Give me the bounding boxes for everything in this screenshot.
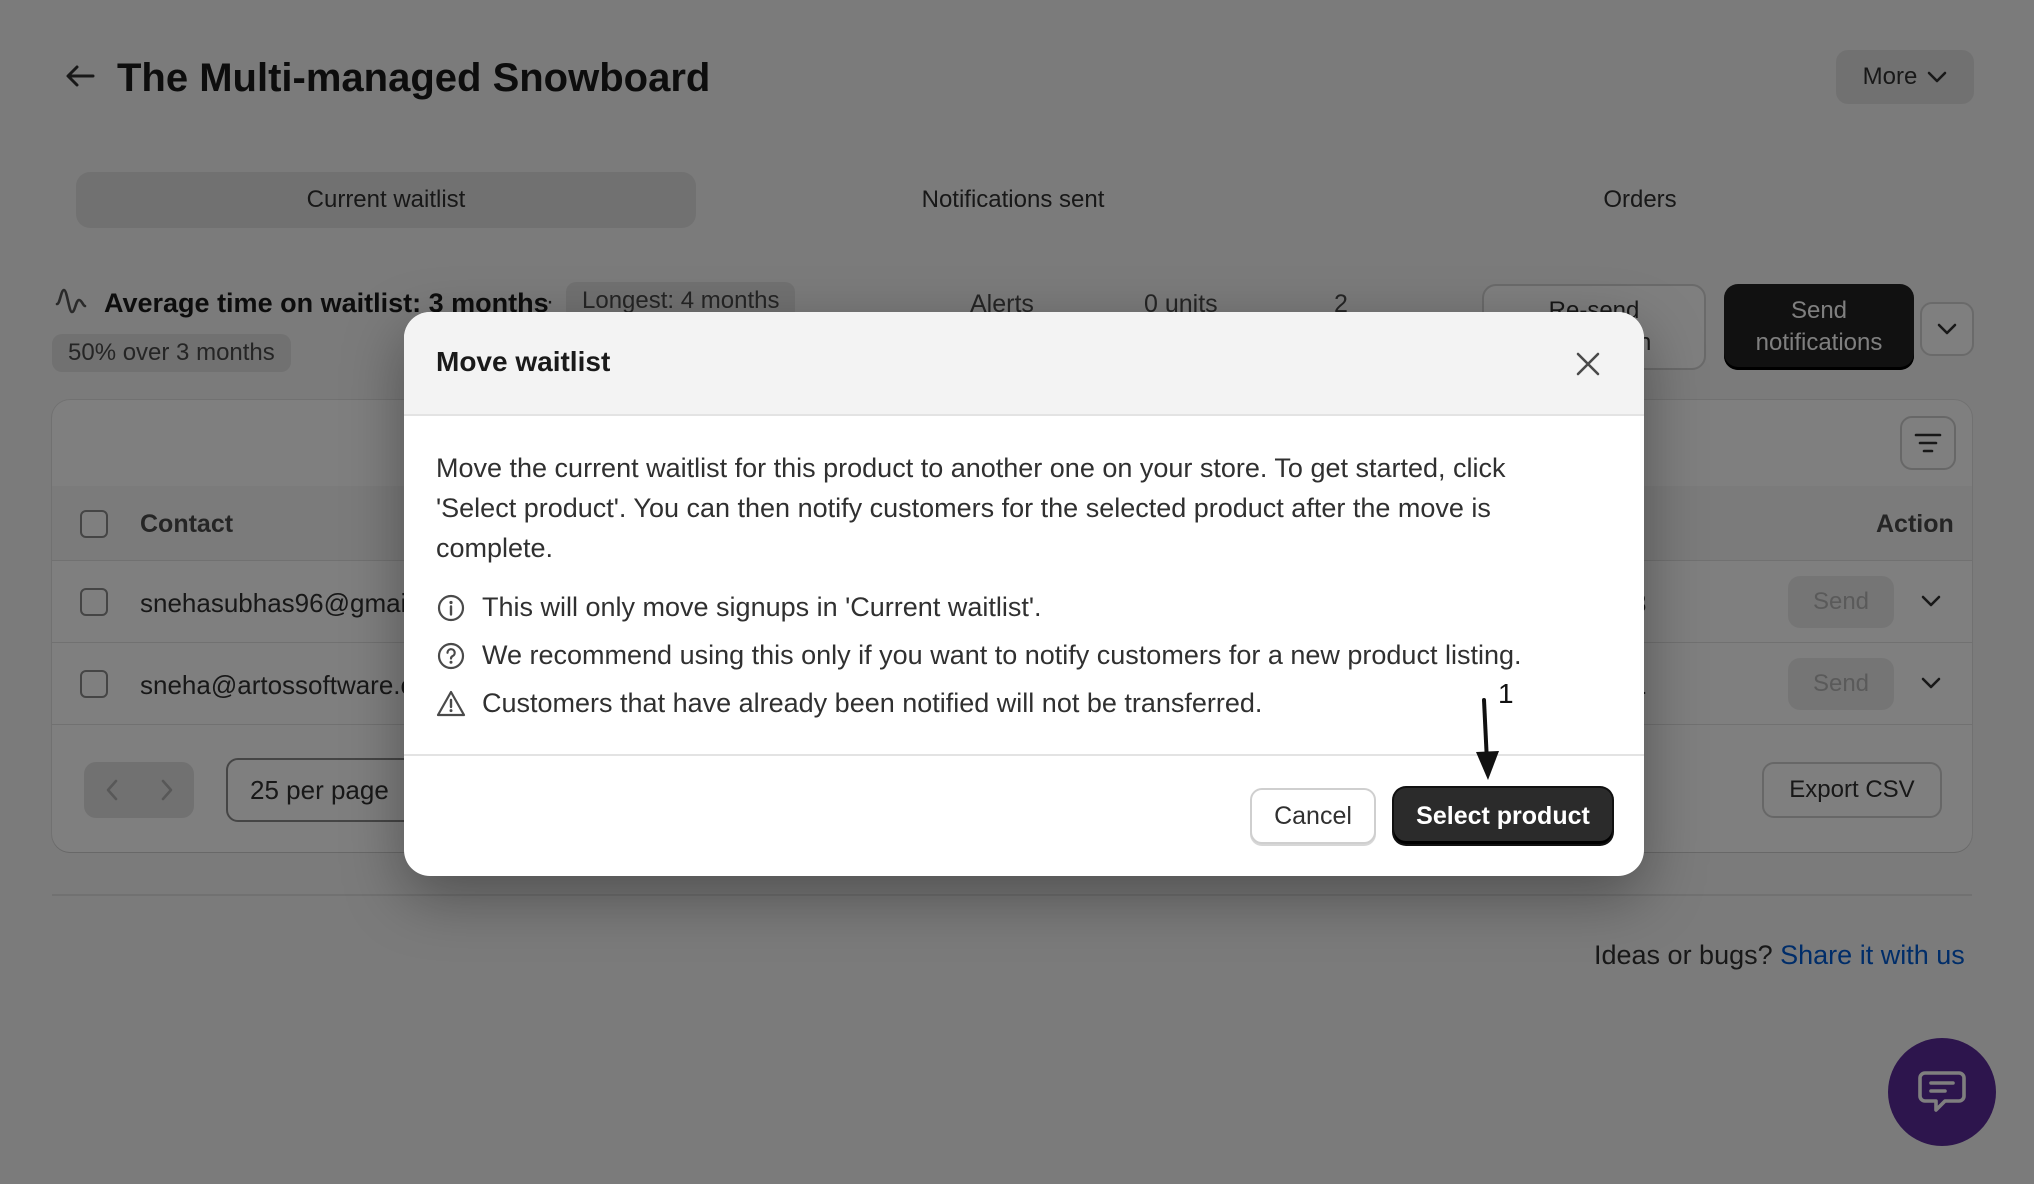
modal-description: Move the current waitlist for this produ… <box>436 453 1506 563</box>
question-icon <box>437 642 465 669</box>
modal-question-item: We recommend using this only if you want… <box>436 640 1521 671</box>
modal-warning-text: Customers that have already been notifie… <box>482 688 1263 718</box>
info-icon <box>437 594 465 621</box>
modal-warning-item: Customers that have already been notifie… <box>436 688 1262 719</box>
modal-header: Move waitlist <box>404 312 1644 416</box>
close-icon <box>1576 352 1600 376</box>
move-waitlist-modal: Move waitlist Move the current waitlist … <box>404 312 1644 876</box>
warning-icon <box>436 690 466 716</box>
modal-title: Move waitlist <box>436 346 611 377</box>
annotation-label: 1 <box>1498 678 1514 709</box>
cancel-button[interactable]: Cancel <box>1250 788 1376 844</box>
modal-question-text: We recommend using this only if you want… <box>482 640 1522 670</box>
modal-info-text: This will only move signups in 'Current … <box>482 592 1042 622</box>
modal-footer-divider <box>404 754 1644 756</box>
modal-info-item: This will only move signups in 'Current … <box>436 592 1042 623</box>
select-product-button[interactable]: Select product <box>1394 788 1612 844</box>
close-button[interactable] <box>1566 342 1610 386</box>
